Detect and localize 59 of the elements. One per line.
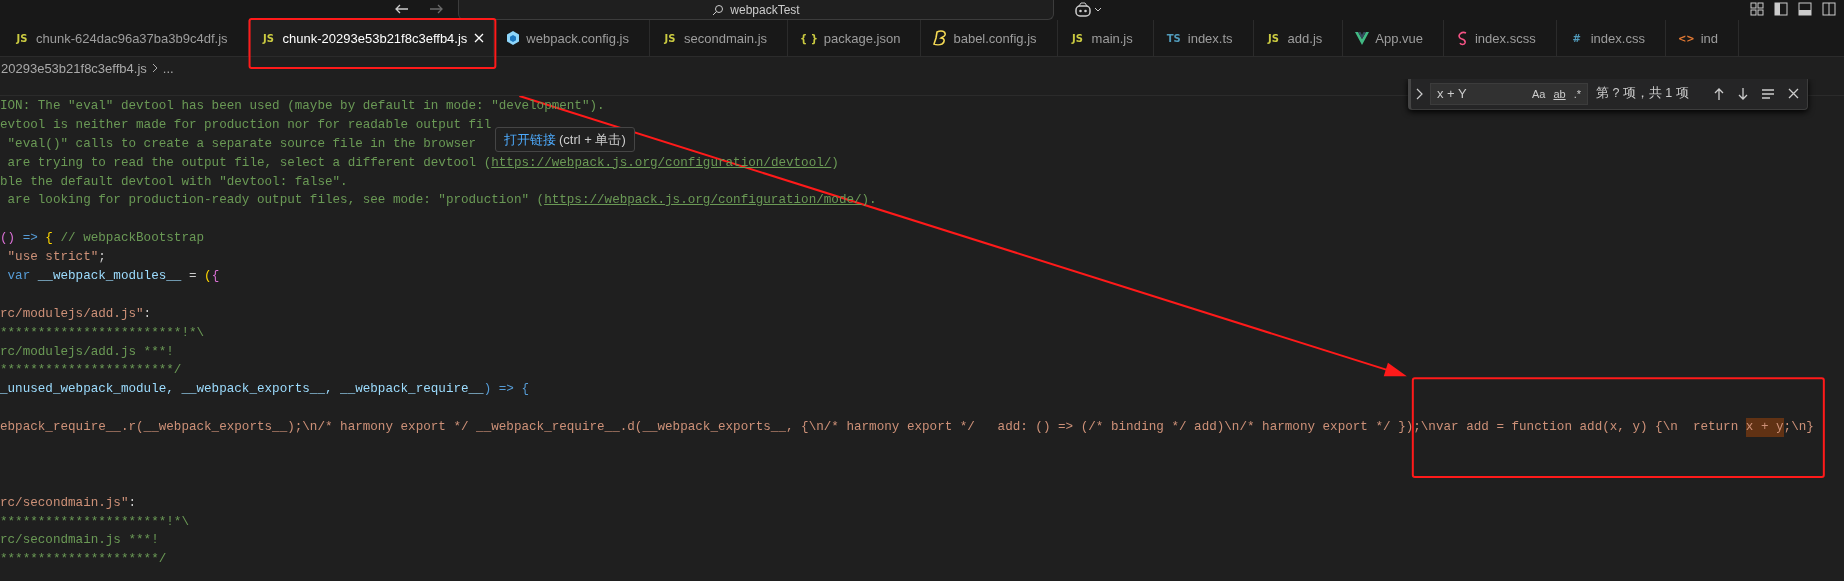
search-icon [712, 3, 725, 16]
layout-grid-icon[interactable] [1750, 2, 1764, 16]
babel-icon [933, 30, 948, 46]
code-comment: ) [831, 154, 839, 172]
vue-icon [1355, 30, 1370, 46]
html-file-icon: <> [1677, 32, 1695, 44]
match-count: 第 ? 项，共 1 项 [1596, 85, 1689, 102]
code-line: *********************/ [0, 551, 167, 569]
code-line: rc/modulejs/add.js ***! [0, 343, 174, 361]
robot-icon[interactable] [1074, 2, 1092, 17]
search-option-toggle[interactable]: .* [1571, 86, 1583, 101]
json-file-icon: { } [800, 32, 818, 44]
js-file-icon: JS [1069, 32, 1086, 44]
code-comment: ). [861, 192, 877, 210]
tooltip-action: 打开链接 [504, 130, 556, 149]
find-input[interactable]: x + Y Aa ab .* [1430, 82, 1588, 105]
left-panel-icon[interactable] [1774, 2, 1788, 16]
code-line: () => { // webpackBootstrap [0, 230, 205, 248]
js-file-icon: JS [1265, 32, 1282, 44]
css-file-icon: # [1568, 32, 1585, 44]
code-line: rc/secondmain.js": [0, 494, 137, 512]
bottom-panel-icon[interactable] [1798, 2, 1812, 16]
close-icon[interactable] [473, 32, 486, 44]
js-file-icon: JS [14, 32, 30, 44]
cube-icon [506, 30, 521, 46]
tooltip-hint: (ctrl + 单击) [559, 130, 626, 149]
code-line: **********************!*\ [0, 513, 189, 531]
close-icon[interactable] [1787, 86, 1799, 101]
command-search-field[interactable]: webpackTest [458, 0, 1054, 20]
chevron-right-icon[interactable] [1415, 87, 1424, 100]
arrow-up-icon[interactable] [1713, 86, 1725, 101]
js-file-icon: JS [260, 32, 277, 44]
sass-icon [1456, 30, 1469, 46]
breadcrumb-item[interactable]: ... [162, 60, 174, 76]
code-line: ************************!*\ [0, 324, 205, 342]
caret-icon[interactable] [1094, 7, 1102, 12]
split-panel-icon[interactable] [1822, 2, 1836, 16]
editor-tab[interactable]: JS chunk-20293e53b21f8c3effb4.js [248, 20, 495, 56]
chevron-right-icon [150, 63, 159, 73]
code-line: ***********************/ [0, 362, 182, 380]
code-line: ble the default devtool with "devtool: false". [0, 173, 348, 191]
code-line: evtool is neither made for production nor for readable output fil [0, 116, 492, 134]
search-option-toggle[interactable]: ab [1551, 86, 1568, 101]
back-icon[interactable] [394, 3, 410, 15]
code-comment: are trying to read the output file, select a different devtool ( [6, 154, 492, 172]
forward-icon[interactable] [428, 3, 444, 15]
code-line: rc/secondmain.js ***! [0, 532, 159, 550]
lines-icon[interactable] [1761, 86, 1775, 101]
arrow-down-icon[interactable] [1737, 86, 1749, 101]
code-line: "eval()" calls to create a separate source file in the browser [6, 135, 477, 153]
code-line: _unused_webpack_module, __webpack_exports__, __webpack_require__) => { [0, 381, 530, 399]
ts-file-icon: TS [1165, 32, 1182, 44]
breadcrumb-item[interactable]: 20293e53b21f8c3effb4.js [1, 60, 147, 76]
code-line: rc/modulejs/add.js": [0, 305, 152, 323]
code-line: "use strict"; [6, 249, 106, 267]
code-line: var __webpack_modules__ = ({ [6, 268, 220, 285]
code-comment: are looking for production-ready output files, see mode: "production" ( [6, 192, 545, 210]
js-file-icon: JS [662, 32, 678, 44]
search-option-toggle[interactable]: Aa [1529, 86, 1548, 101]
